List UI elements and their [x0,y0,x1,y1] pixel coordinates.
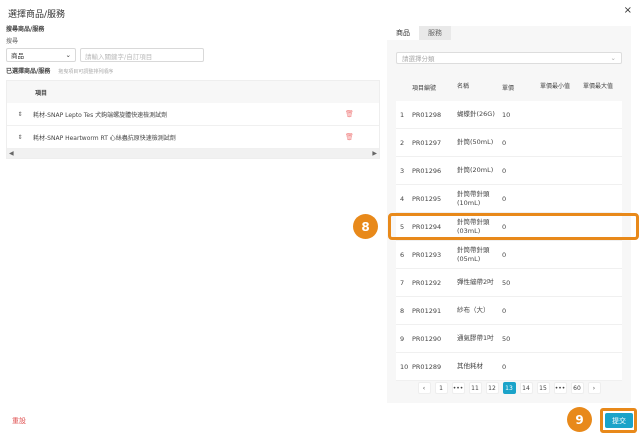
tab-services[interactable]: 服務 [419,26,451,40]
table-row[interactable]: 8 PR01291 紗布（大） 0 [396,297,622,325]
reset-button[interactable]: 重設 [12,416,26,426]
col-max-header: 單價最大值 [583,82,614,90]
horizontal-scrollbar[interactable]: ◀ ▶ [7,149,379,158]
row-name: 針筒帶針頭 (10mL) [457,189,490,207]
row-name: 針筒(20mL) [457,166,494,175]
page-button[interactable]: ••• [451,382,465,394]
table-row[interactable]: 3 PR01296 針筒(20mL) 0 [396,157,622,185]
row-name: 針筒帶針頭 (05mL) [457,245,490,263]
category-placeholder: 請選擇分類 [402,55,435,63]
row-name: 紗布（大） [457,306,490,315]
category-select[interactable]: 請選擇分類 ⌄ [396,52,622,64]
callout-badge-row: 8 [353,214,378,239]
search-input[interactable]: 請輸入關鍵字/自訂項目 [80,48,204,62]
row-index: 2 [400,138,405,147]
row-index: 8 [400,306,405,315]
page-button[interactable]: 1 [434,382,448,394]
row-code: PR01297 [412,138,442,147]
table-row[interactable]: 4 PR01295 針筒帶針頭 (10mL) 0 [396,185,622,213]
row-price: 50 [502,334,511,343]
col-price-header: 單價 [502,84,515,92]
row-price: 0 [502,194,507,203]
row-code: PR01290 [412,334,442,343]
callout-badge-submit: 9 [567,407,592,432]
row-name: 通氣膠帶1吋 [457,334,494,343]
table-row[interactable]: 2 PR01297 針筒(50mL) 0 [396,129,622,157]
search-section-label: 搜尋商品/服務 [6,26,45,33]
scroll-right-icon[interactable]: ▶ [372,150,377,157]
submit-button[interactable]: 提交 [605,413,633,428]
chevron-down-icon: ⌄ [65,51,71,59]
row-code: PR01296 [412,166,442,175]
row-code: PR01293 [412,250,442,259]
row-code: PR01291 [412,306,442,315]
table-row[interactable]: 7 PR01292 彈性繃帶2吋 50 [396,269,622,297]
row-index: 10 [400,362,409,371]
row-index: 3 [400,166,405,175]
row-code: PR01295 [412,194,442,203]
selected-item-name: 耗材-SNAP Heartworm RT 心絲蟲抗原快速檢測試劑 [33,134,176,142]
modal-title: 選擇商品/服務 [8,10,66,20]
table-row[interactable]: 9 PR01290 通氣膠帶1吋 50 [396,325,622,353]
row-price: 0 [502,362,507,371]
row-index: 9 [400,334,405,343]
row-price: 50 [502,278,511,287]
selected-item-name: 耗材-SNAP Lepto Tes 犬鉤端螺旋體快速檢測試劑 [33,111,168,119]
row-name: 針筒(50mL) [457,138,494,147]
page-button[interactable]: ••• [553,382,567,394]
row-price: 0 [502,138,507,147]
selected-table: 項目 ⇕ 耗材-SNAP Lepto Tes 犬鉤端螺旋體快速檢測試劑 🗑 ⇕ … [6,80,380,159]
row-name: 其他耗材 [457,362,483,371]
search-sub-label: 搜尋 [6,38,19,45]
close-icon[interactable]: × [624,5,632,16]
page-button[interactable]: › [587,382,601,394]
chevron-down-icon: ⌄ [610,54,616,62]
selected-hint: 拖曳項目可調整排列順序 [58,69,114,75]
page-button[interactable]: 60 [570,382,584,394]
table-row[interactable]: 10 PR01289 其他耗材 0 [396,353,622,381]
row-index: 1 [400,110,405,119]
page-button[interactable]: 12 [485,382,499,394]
row-code: PR01289 [412,362,442,371]
row-highlight-box [388,213,639,240]
page-button[interactable]: ‹ [417,382,431,394]
table-row[interactable]: ⇕ 耗材-SNAP Lepto Tes 犬鉤端螺旋體快速檢測試劑 🗑 [7,103,379,126]
row-index: 6 [400,250,405,259]
page-button[interactable]: 11 [468,382,482,394]
scroll-left-icon[interactable]: ◀ [9,150,14,157]
row-index: 4 [400,194,405,203]
product-table-header: 項目編號 名稱 單價 單價最小值 單價最大值 [396,73,622,101]
col-code-header: 項目編號 [412,84,437,92]
selected-section-label: 已選擇商品/服務 [6,68,51,75]
page-button[interactable]: 15 [536,382,550,394]
drag-handle-icon[interactable]: ⇕ [7,134,33,141]
row-index: 7 [400,278,405,287]
row-code: PR01298 [412,110,442,119]
page-button[interactable]: 14 [519,382,533,394]
row-price: 0 [502,166,507,175]
page-button[interactable]: 13 [502,382,516,394]
col-min-header: 單價最小值 [540,82,571,90]
row-price: 0 [502,250,507,259]
col-name-header: 名稱 [457,82,470,90]
row-code: PR01292 [412,278,442,287]
tab-products[interactable]: 商品 [387,26,419,40]
table-row[interactable]: ⇕ 耗材-SNAP Heartworm RT 心絲蟲抗原快速檢測試劑 🗑 [7,126,379,149]
type-select[interactable]: 商品 ⌄ [6,48,76,62]
row-price: 10 [502,110,511,119]
table-row[interactable]: 6 PR01293 針筒帶針頭 (05mL) 0 [396,241,622,269]
row-price: 0 [502,306,507,315]
trash-icon[interactable]: 🗑 [345,110,354,118]
drag-handle-icon[interactable]: ⇕ [7,111,33,118]
table-row[interactable]: 1 PR01298 蝴蝶針(26G) 10 [396,101,622,129]
row-name: 彈性繃帶2吋 [457,278,494,287]
pagination: ‹ 1 ••• 11 12 13 14 15 ••• 60 › [387,382,631,394]
left-panel: 搜尋商品/服務 搜尋 商品 ⌄ 請輸入關鍵字/自訂項目 已選擇商品/服務 拖曳項… [6,24,382,159]
type-select-value: 商品 [11,52,24,60]
row-name: 蝴蝶針(26G) [457,110,495,119]
selected-table-header: 項目 [7,81,379,103]
trash-icon[interactable]: 🗑 [345,133,354,141]
